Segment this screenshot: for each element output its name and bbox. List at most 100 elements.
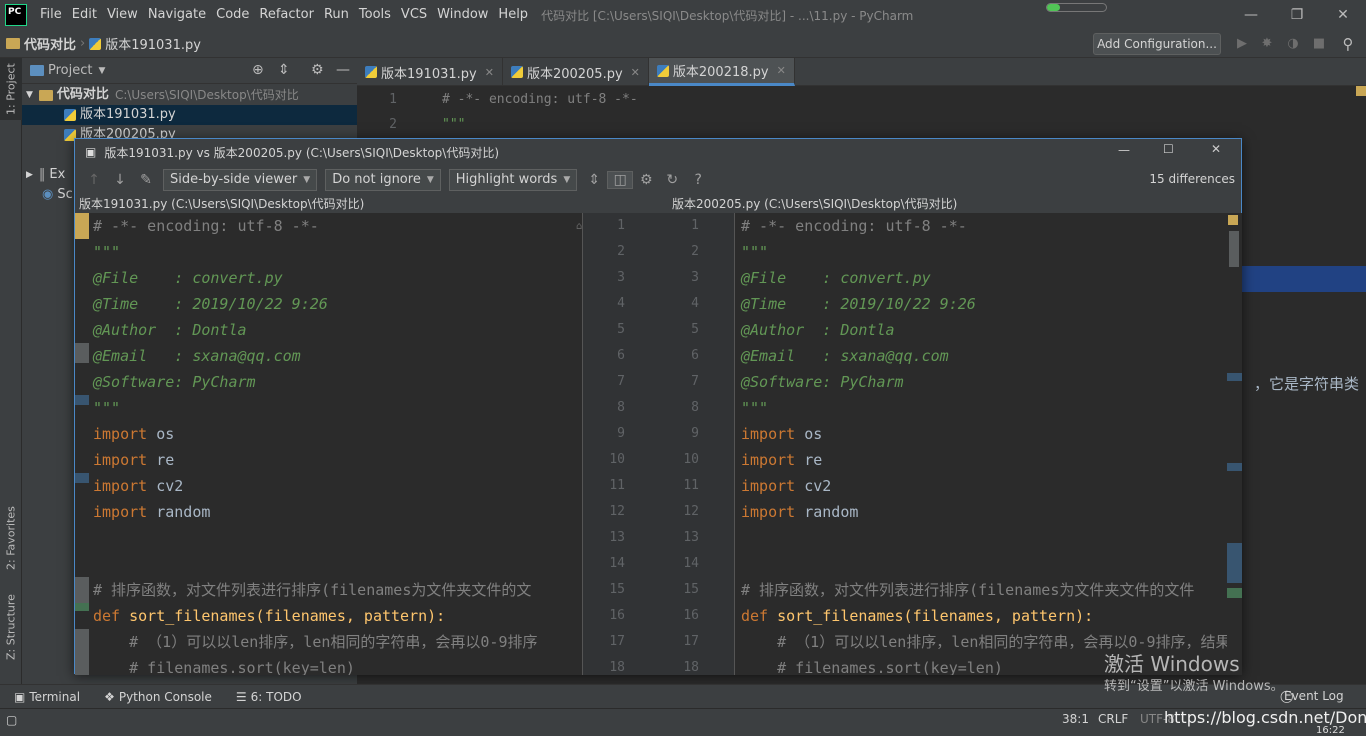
sync-scroll-icon[interactable]: ◫ — [607, 171, 634, 189]
left-line-number: 4 — [617, 296, 625, 311]
expand-icon: ▼ — [26, 90, 33, 100]
edit-icon[interactable]: ✎ — [133, 172, 159, 188]
code-line: # -*- encoding: utf-8 -*- — [442, 92, 638, 107]
close-tab-icon[interactable]: ✕ — [777, 64, 786, 77]
editor-tab-active[interactable]: 版本200218.py ✕ — [648, 58, 795, 86]
close-button[interactable]: ✕ — [1211, 142, 1221, 156]
left-tool-strip: 1: Project 2: Favorites Z: Structure — [0, 58, 22, 684]
project-view-selector[interactable]: Project — [48, 63, 92, 78]
menu-tools[interactable]: Tools — [354, 0, 396, 30]
help-icon[interactable]: ? — [685, 172, 711, 188]
debug-icon[interactable]: ✸ — [1259, 36, 1275, 52]
code-token: os — [156, 425, 175, 443]
todo-tab[interactable]: 6: TODO — [251, 690, 302, 704]
caret-position[interactable]: 38:1 — [1062, 712, 1089, 726]
breadcrumb-root[interactable]: 代码对比 — [24, 34, 76, 53]
menu-window[interactable]: Window — [432, 0, 493, 30]
menu-run[interactable]: Run — [319, 0, 354, 30]
diff-change-marker[interactable] — [75, 473, 89, 483]
run-icon[interactable]: ▶ — [1234, 36, 1250, 52]
left-code-line: # filenames.sort(key=len) — [93, 659, 355, 675]
minimize-button[interactable]: — — [1118, 143, 1130, 157]
menu-view[interactable]: View — [102, 0, 143, 30]
highlight-select[interactable]: Highlight words ▼ — [448, 169, 578, 191]
locate-icon[interactable]: ⊕ — [252, 62, 264, 78]
tree-root[interactable]: ▼ 代码对比 C:\Users\SIQI\Desktop\代码对比 — [26, 85, 357, 105]
diff-change-marker[interactable] — [75, 343, 89, 363]
editor-tab[interactable]: 版本191031.py ✕ — [357, 58, 503, 86]
tab-project[interactable]: 1: Project — [0, 58, 22, 120]
menu-edit[interactable]: Edit — [67, 0, 102, 30]
gear-icon[interactable]: ⚙ — [311, 62, 324, 78]
diff-toolbar: ↑ ↓ ✎ Side-by-side viewer ▼ Do not ignore… — [75, 165, 1241, 195]
diff-change-marker[interactable] — [75, 603, 89, 611]
todo-icon: ☰ — [235, 689, 247, 704]
editor-tab[interactable]: 版本200205.py ✕ — [503, 58, 649, 86]
left-code-line: import os — [93, 421, 174, 447]
breadcrumb-separator: › — [80, 36, 86, 51]
event-log-tab[interactable]: Event Log — [1284, 689, 1344, 703]
left-code-line: def sort_filenames(filenames, pattern): — [93, 603, 445, 629]
left-code-line: # 排序函数，对文件列表进行排序(filenames为文件夹文件的文 — [93, 581, 532, 599]
minimize-button[interactable]: — — [1228, 0, 1274, 30]
stop-icon[interactable]: ■ — [1311, 36, 1327, 52]
status-toggle-icon[interactable]: ▢ — [6, 713, 17, 727]
tree-external-libraries[interactable]: ▶ ‖ Ex — [26, 165, 65, 185]
selection-highlight — [1242, 266, 1366, 292]
breadcrumb-file[interactable]: 版本191031.py — [105, 34, 201, 53]
viewer-select[interactable]: Side-by-side viewer ▼ — [163, 169, 318, 191]
project-icon — [30, 65, 44, 76]
tab-structure[interactable]: Z: Structure — [0, 592, 22, 662]
code-token: sort_filenames(filenames, pattern): — [129, 607, 446, 625]
gear-icon[interactable]: ⚙ — [633, 172, 659, 188]
tree-file-item[interactable]: 版本191031.py — [22, 105, 357, 125]
line-number: 1 — [389, 92, 397, 107]
restore-button[interactable]: ❐ — [1274, 0, 1320, 30]
compare-icon[interactable]: ↻ — [659, 172, 685, 188]
menu-help[interactable]: Help — [493, 0, 533, 30]
tab-favorites[interactable]: 2: Favorites — [0, 498, 22, 578]
memory-progress-bar[interactable] — [1046, 3, 1107, 12]
diff-change-marker[interactable] — [75, 395, 89, 405]
navigation-bar: 代码对比 › 版本191031.py Add Configuration... … — [0, 30, 1366, 58]
menu-refactor[interactable]: Refactor — [254, 0, 319, 30]
folder-icon — [6, 38, 20, 49]
left-line-number: 14 — [609, 556, 625, 571]
tree-scratches[interactable]: ◉ Sc — [42, 185, 73, 205]
right-line-number: 13 — [683, 530, 699, 545]
ignore-select[interactable]: Do not ignore ▼ — [325, 169, 441, 191]
line-separator[interactable]: CRLF — [1098, 712, 1128, 726]
python-console-icon: ❖ — [104, 689, 115, 704]
close-tab-icon[interactable]: ✕ — [631, 66, 640, 79]
differences-count: 15 differences — [1149, 172, 1235, 186]
add-configuration-button[interactable]: Add Configuration... — [1093, 33, 1221, 55]
search-icon[interactable]: ⚲ — [1340, 36, 1356, 52]
menu-navigate[interactable]: Navigate — [143, 0, 211, 30]
diff-change-marker[interactable] — [75, 213, 89, 239]
diff-change-marker[interactable] — [75, 577, 89, 603]
menu-code[interactable]: Code — [211, 0, 254, 30]
close-button[interactable]: ✕ — [1320, 0, 1366, 30]
close-tab-icon[interactable]: ✕ — [485, 66, 494, 79]
code-token: random — [156, 503, 211, 521]
arrow-down-icon[interactable]: ↓ — [107, 172, 133, 188]
right-diff-pane[interactable]: # -*- encoding: utf-8 -*- """ @File : conv… — [735, 213, 1227, 675]
collapse-icon[interactable]: ⇕ — [278, 62, 290, 78]
collapse-unchanged-icon[interactable]: ⇕ — [581, 172, 607, 188]
left-diff-pane[interactable]: # -*- encoding: utf-8 -*- """ @File : conv… — [75, 213, 582, 675]
scrollbar-thumb[interactable] — [1229, 231, 1239, 267]
chevron-down-icon[interactable]: ▼ — [98, 66, 105, 76]
scratches-label: Sc — [57, 187, 73, 202]
diff-change-marker[interactable] — [75, 629, 89, 675]
menu-vcs[interactable]: VCS — [396, 0, 432, 30]
hide-icon[interactable]: — — [336, 62, 350, 78]
maximize-button[interactable]: ☐ — [1163, 142, 1174, 156]
arrow-up-icon[interactable]: ↑ — [81, 172, 107, 188]
python-console-tab[interactable]: Python Console — [119, 690, 212, 704]
change-marker — [1227, 373, 1242, 381]
menu-file[interactable]: File — [35, 0, 67, 30]
right-line-number: 4 — [691, 296, 699, 311]
coverage-icon[interactable]: ◑ — [1285, 36, 1301, 52]
diff-scrollbar[interactable] — [1227, 213, 1242, 675]
terminal-tab[interactable]: Terminal — [29, 690, 80, 704]
